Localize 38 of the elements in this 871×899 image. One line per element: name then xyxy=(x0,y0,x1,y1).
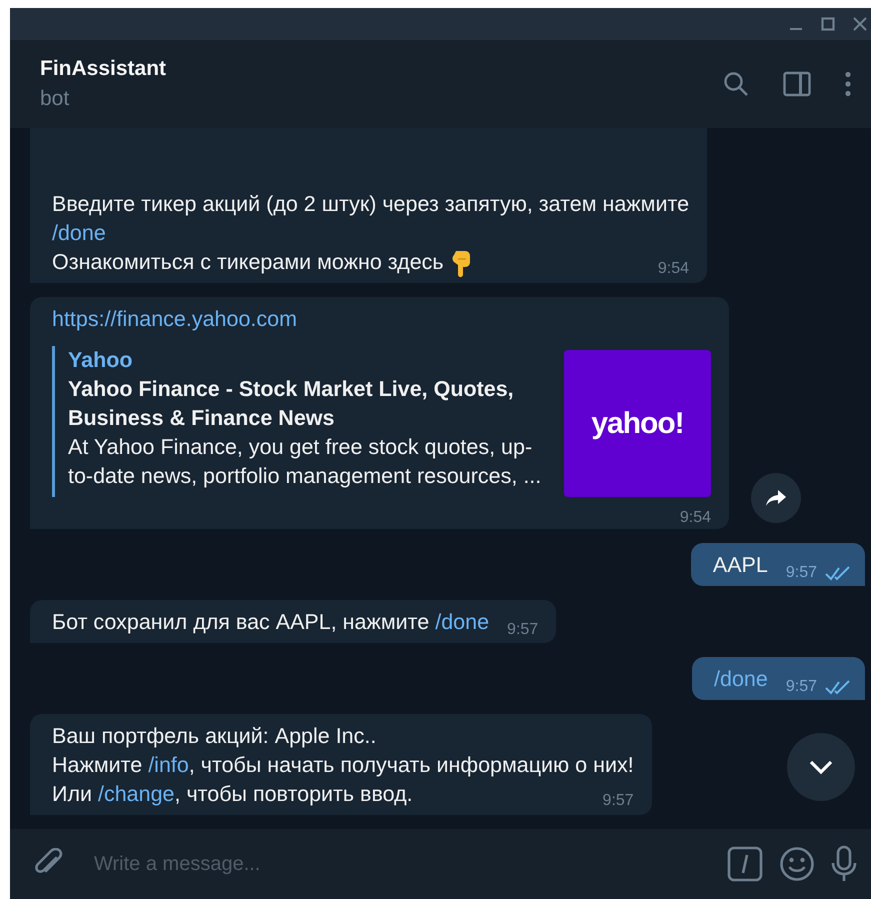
sidebar-icon[interactable] xyxy=(783,71,811,97)
logo-text: yahoo! xyxy=(591,409,684,438)
message-text: Или /change, чтобы повторить ввод. 9:57 xyxy=(52,780,634,809)
microphone-icon[interactable] xyxy=(831,845,857,883)
message-text: Ваш портфель акций: Apple Inc.. xyxy=(52,723,378,750)
command-link[interactable]: /done xyxy=(52,220,106,245)
chat-status: bot xyxy=(40,86,70,112)
command-link[interactable]: /change xyxy=(98,782,174,806)
emoji-icon[interactable] xyxy=(779,846,815,882)
preview-site-name: Yahoo xyxy=(68,347,134,374)
share-button[interactable] xyxy=(751,473,801,523)
message-time: 9:54 xyxy=(680,508,711,528)
message-text: AAPL xyxy=(712,552,768,579)
maximize-icon[interactable] xyxy=(821,17,835,31)
chevron-down-icon xyxy=(808,759,834,775)
more-icon[interactable] xyxy=(845,71,851,97)
preview-title: Yahoo Finance - Stock Market Live, Quotes, Business & Finance News xyxy=(68,376,515,432)
message-text: Ознакомиться с тикерами можно здесь 9:54 xyxy=(52,248,690,277)
message-time: 9:57 xyxy=(507,620,538,640)
pointing-hand-icon xyxy=(450,249,472,277)
command-link[interactable]: /info xyxy=(148,753,189,777)
message-text: Введите тикер акций (до 2 штук) через запятую, затем нажмите xyxy=(52,190,690,218)
link-url[interactable]: https://finance.yahoo.com xyxy=(52,305,711,334)
command-link[interactable]: /done xyxy=(714,665,768,694)
share-icon xyxy=(765,489,787,507)
message-composer[interactable]: Write a message... xyxy=(10,829,871,899)
close-icon[interactable] xyxy=(853,17,867,31)
message-time: 9:57 xyxy=(602,791,634,811)
preview-description: At Yahoo Finance, you get free stock quotes, up-to-date news, portfolio management resources, ... xyxy=(68,434,542,490)
message-time: 9:57 xyxy=(786,562,817,582)
slash-command-icon[interactable] xyxy=(727,846,763,882)
message-text: Бот сохранил для вас AAPL, нажмите /done xyxy=(52,609,490,636)
command-link[interactable]: /done xyxy=(435,610,490,634)
search-icon[interactable] xyxy=(723,71,749,97)
message-time: 9:57 xyxy=(786,676,817,696)
message-text: Нажмите /info, чтобы начать получать информацию о них! xyxy=(52,752,634,779)
chat-title: FinAssistant xyxy=(40,56,168,82)
message-time: 9:54 xyxy=(658,258,690,279)
